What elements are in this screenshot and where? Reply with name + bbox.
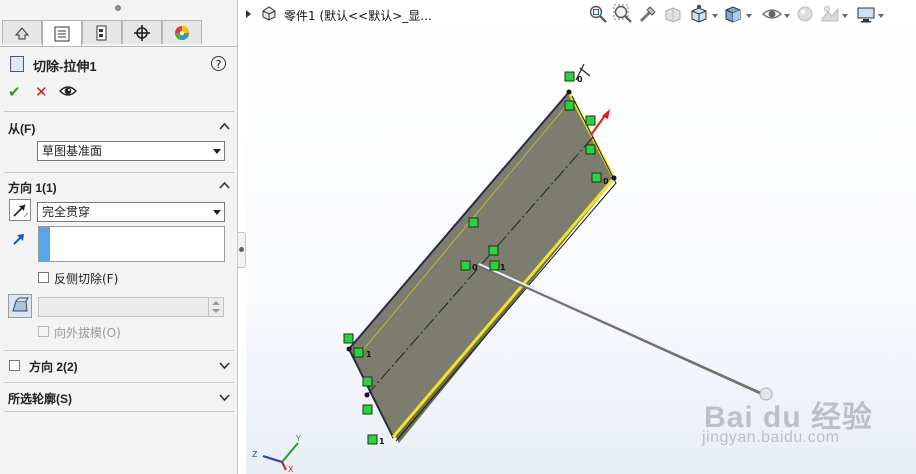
sketch-label: 1 (379, 437, 385, 446)
direction2-checkbox[interactable] (9, 360, 20, 371)
watermark-url: jingyan.baidu.com (702, 429, 840, 446)
tab-configuration-manager[interactable] (82, 20, 122, 44)
sketch-label: 1 (500, 263, 506, 272)
tab-dimxpert-manager[interactable] (122, 20, 162, 44)
feature-title: 切除-拉伸1 (33, 59, 97, 74)
from-select[interactable]: 草图基准面 (37, 141, 225, 161)
selection-focus-bar (39, 227, 50, 261)
collapse-chevron-icon[interactable] (219, 180, 230, 191)
draft-toggle-button[interactable] (8, 294, 32, 318)
rod (478, 263, 767, 394)
section-divider (4, 411, 234, 412)
expand-chevron-icon[interactable] (219, 392, 230, 403)
draft-angle-input (38, 297, 224, 317)
direction1-section-header[interactable]: 方向 1(1) (8, 179, 57, 196)
graphics-area[interactable]: 零件1 (默认<<默认>_显... 0 0 0 1 1 1 Y Z X Bai … (246, 0, 916, 474)
relation-marker[interactable] (585, 144, 596, 155)
tab-property-manager[interactable] (42, 20, 82, 46)
action-bar: ✔ ✕ (0, 80, 238, 104)
display-manager-icon (175, 25, 189, 40)
ok-button[interactable]: ✔ (8, 83, 21, 101)
relation-marker[interactable] (585, 115, 596, 126)
sketch-label: 1 (366, 350, 372, 359)
draft-icon (12, 297, 29, 312)
relation-marker[interactable] (468, 217, 479, 228)
vertex[interactable] (611, 175, 617, 181)
dimxpert-icon (134, 24, 150, 41)
vertex[interactable] (346, 346, 352, 352)
direction-arrow-icon (13, 234, 24, 245)
configuration-manager-icon (96, 25, 107, 40)
selected-contours-header[interactable]: 所选轮廓(S) (8, 390, 72, 407)
section-divider (4, 382, 234, 383)
triad-y-label: Y (295, 434, 301, 443)
relation-marker[interactable] (564, 71, 575, 82)
preview-eye-icon[interactable] (59, 82, 77, 100)
end-condition-select[interactable]: 完全贯穿 (37, 202, 225, 222)
reference-triad: Y Z X (252, 434, 301, 474)
feature-manager-icon (14, 26, 30, 39)
section-divider (4, 111, 234, 112)
tab-display-manager[interactable] (162, 20, 202, 44)
dropdown-arrow-icon (213, 210, 221, 215)
relation-marker[interactable] (489, 260, 500, 271)
triad-y-axis (281, 442, 299, 463)
cancel-button[interactable]: ✕ (35, 83, 48, 101)
triad-x-label: X (288, 465, 294, 474)
relation-marker[interactable] (353, 347, 364, 358)
relation-marker[interactable] (343, 333, 354, 344)
draft-outward-label: 向外拔模(O) (54, 326, 121, 340)
draft-angle-spinner (208, 298, 223, 316)
feature-header: 切除-拉伸1 ? (0, 50, 238, 78)
sketch-label: 0 (472, 263, 478, 272)
direction-reference-list[interactable] (38, 226, 225, 262)
property-manager-panel: 切除-拉伸1 ? ✔ ✕ 从(F) 草图基准面 方向 1(1) 完全贯穿 反侧切… (0, 0, 238, 474)
vertex[interactable] (566, 89, 572, 95)
triad-x-axis (281, 461, 287, 471)
from-select-value: 草图基准面 (42, 144, 103, 158)
relation-marker[interactable] (591, 172, 602, 183)
rod-shadow (478, 263, 767, 397)
sketch-label: 0 (577, 75, 583, 84)
relation-marker[interactable] (564, 100, 575, 111)
panel-splitter[interactable] (238, 232, 246, 268)
relation-marker[interactable] (362, 404, 373, 415)
expand-chevron-icon[interactable] (219, 360, 230, 371)
panel-grip[interactable] (0, 0, 238, 18)
flip-side-checkbox[interactable] (38, 272, 49, 283)
reverse-direction-button[interactable] (9, 199, 31, 221)
tab-feature-manager[interactable] (2, 20, 42, 44)
from-section-header[interactable]: 从(F) (8, 120, 35, 137)
draft-outward-checkbox (38, 326, 49, 337)
reverse-direction-icon (13, 204, 29, 218)
end-condition-value: 完全贯穿 (42, 205, 91, 219)
triad-z-axis (262, 455, 283, 463)
vertex[interactable] (364, 392, 370, 398)
flip-side-label: 反侧切除(F) (54, 272, 119, 286)
relation-marker[interactable] (460, 260, 471, 271)
relation-marker[interactable] (367, 434, 378, 445)
section-divider (4, 172, 234, 173)
sketch-label: 0 (603, 177, 609, 186)
manager-tabs (0, 18, 238, 47)
section-divider (4, 350, 234, 351)
direction2-section-header[interactable]: 方向 2(2) (29, 358, 78, 375)
relation-marker[interactable] (488, 245, 499, 256)
property-manager-icon (54, 26, 70, 41)
dropdown-arrow-icon (213, 149, 221, 154)
cut-extrude-icon (10, 56, 24, 72)
relation-marker[interactable] (362, 376, 373, 387)
triad-z-label: Z (252, 450, 258, 459)
help-icon[interactable]: ? (211, 56, 226, 71)
collapse-chevron-icon[interactable] (219, 121, 230, 132)
